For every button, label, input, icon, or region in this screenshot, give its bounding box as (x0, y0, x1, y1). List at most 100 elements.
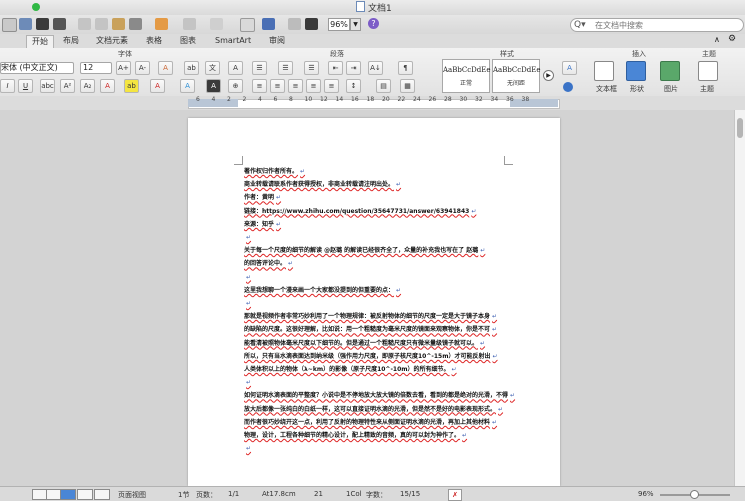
document-line[interactable]: 而作者很巧妙绕开这一点，利用了反射的物理特性来从侧面证明水滴的光滑，再加上其他材… (244, 419, 497, 427)
tab-review[interactable]: 审阅 (264, 35, 290, 47)
clear-format-icon[interactable]: A (158, 61, 173, 75)
font-color-icon[interactable]: A (100, 79, 115, 93)
highlight-icon[interactable]: ab (124, 79, 139, 93)
zoom-slider-knob[interactable] (690, 490, 699, 499)
page-view-icon[interactable] (60, 489, 76, 500)
document-line[interactable]: 那就是视频作者非常巧妙利用了一个物理规律：被反射物体的细节的尺度一定是大于镜子本… (244, 313, 497, 321)
align-center-icon[interactable]: ≡ (270, 79, 285, 93)
distribute-icon[interactable]: ≡ (324, 79, 339, 93)
shading-icon[interactable]: ▤ (376, 79, 391, 93)
text-style-icon[interactable]: A (180, 79, 195, 93)
tab-home[interactable]: 开始 (26, 35, 54, 48)
document-line[interactable]: 这里我想聊一个漫来画一个大家都没提到的但重要的点： ↵ (244, 287, 401, 295)
styles-pane-icon[interactable] (563, 82, 573, 92)
gallery-icon[interactable] (2, 18, 17, 32)
picture-icon[interactable] (660, 61, 680, 81)
sort-icon[interactable]: A↓ (368, 61, 383, 75)
textbox-icon[interactable] (594, 61, 614, 81)
document-line[interactable]: 来源：知乎 ↵ (244, 221, 281, 229)
search-box[interactable]: Q▾ (570, 18, 744, 32)
gear-icon[interactable]: ⚙ (728, 34, 736, 44)
collapse-ribbon-icon[interactable]: ∧ (714, 35, 720, 44)
open-folder-icon[interactable] (19, 18, 32, 30)
shape-icon[interactable] (626, 61, 646, 81)
phonetic-icon[interactable]: ab (184, 61, 199, 75)
multilevel-list-icon[interactable]: ☰ (304, 61, 319, 75)
align-right-icon[interactable]: ≡ (288, 79, 303, 93)
table-icon[interactable] (305, 18, 318, 30)
document-line[interactable]: 如何证明水滴表面的平整度？小说中是不停地放大放大镜的倍数去看，看到的都是绝对的光… (244, 392, 515, 400)
document-line[interactable]: ↵ (244, 445, 251, 453)
borders-icon[interactable]: ▦ (400, 79, 415, 93)
align-left-icon[interactable]: ≡ (252, 79, 267, 93)
line-spacing-icon[interactable]: ↕ (346, 79, 361, 93)
window-zoom-button[interactable] (32, 3, 40, 11)
document-line[interactable]: 放大后都像一张纯白的白纸一样，这可以直接证明水滴的光滑，但是然不是好的电影表现形… (244, 406, 503, 414)
document-line[interactable]: 的缺陷的尺度。这很好理解，比如说：用一个粗糙度为毫米尺度的镜面来观察物体，你是不… (244, 326, 497, 334)
show-marks-icon[interactable]: ¶ (398, 61, 413, 75)
tab-layout[interactable]: 布局 (58, 35, 84, 47)
format-painter-icon[interactable] (129, 18, 142, 30)
redo-icon[interactable] (183, 18, 196, 30)
styles-more-icon[interactable]: ▶ (543, 70, 554, 81)
sidebar-icon[interactable] (240, 18, 255, 32)
grow-font-icon[interactable]: A+ (116, 61, 131, 75)
font-size-select[interactable]: 12 (80, 62, 112, 74)
text-effect-icon[interactable]: A (150, 79, 165, 93)
style-normal[interactable]: AaBbCcDdEe 正常 (442, 59, 490, 93)
superscript-icon[interactable]: A² (60, 79, 75, 93)
document-page[interactable]: 著作权归作者所有。 ↵ 商业转载请联系作者获得授权，非商业转载请注明出处。 ↵ 作者：黄… (188, 118, 560, 486)
document-line[interactable]: 所以，只有当水滴表面达到纳米级（强作用力尺度，即原子核尺度10^-15m）才可能… (244, 353, 498, 361)
help-icon[interactable]: ? (368, 18, 379, 29)
zoom-dropdown-icon[interactable]: ▼ (350, 18, 361, 31)
numbered-list-icon[interactable]: ☰ (278, 61, 293, 75)
document-line[interactable]: ↵ (244, 300, 251, 308)
document-line[interactable]: 商业转载请联系作者获得授权，非商业转载请注明出处。 ↵ (244, 181, 401, 189)
tab-charts[interactable]: 图表 (175, 35, 201, 47)
char-border-icon[interactable]: 文 (205, 61, 220, 75)
enclosed-char-icon[interactable]: ⊕ (228, 79, 243, 93)
vertical-scrollbar[interactable] (734, 110, 745, 486)
cut-icon[interactable] (78, 18, 91, 30)
tab-document-elements[interactable]: 文档元素 (91, 35, 133, 47)
enclose-char-icon[interactable]: A (206, 79, 221, 93)
zoom-field[interactable]: 96% (328, 18, 350, 31)
save-icon[interactable] (36, 18, 49, 30)
spelling-check-icon[interactable]: ✗ (448, 489, 462, 501)
focus-view-icon[interactable] (94, 489, 110, 500)
paste-icon[interactable] (112, 18, 125, 30)
document-line[interactable]: 著作权归作者所有。 ↵ (244, 168, 305, 176)
underline-icon[interactable]: U (18, 79, 33, 93)
columns-icon[interactable] (288, 18, 301, 30)
document-line[interactable]: 人类体积以上的物体（λ~km）的影像（原子尺度10^-10m）的所有细节。 ↵ (244, 366, 457, 374)
strikethrough-icon[interactable]: abc (40, 79, 55, 93)
document-line[interactable]: ↵ (244, 379, 251, 387)
subscript-icon[interactable]: A₂ (80, 79, 95, 93)
bullet-list-icon[interactable]: ☰ (252, 61, 267, 75)
tab-smartart[interactable]: SmartArt (210, 35, 256, 47)
document-line[interactable]: 链接：https://www.zhihu.com/question/356477… (244, 208, 476, 216)
document-line[interactable]: ↵ (244, 274, 251, 282)
bullets-icon[interactable] (210, 18, 223, 30)
document-line[interactable]: ↵ (244, 234, 251, 242)
italic-icon[interactable]: I (0, 79, 15, 93)
theme-icon[interactable] (698, 61, 718, 81)
decrease-indent-icon[interactable]: ⇤ (328, 61, 343, 75)
document-line[interactable]: 能看清被照物体毫米尺度以下细节的。但是通过一个粗糙尺度只有微米量级镜子就可以。 ↵ (244, 340, 485, 348)
undo-icon[interactable] (155, 18, 168, 30)
style-no-spacing[interactable]: AaBbCcDdEe 无间距 (492, 59, 540, 93)
increase-indent-icon[interactable]: ⇥ (346, 61, 361, 75)
search-input[interactable] (595, 19, 735, 31)
text-styles-icon[interactable]: A (562, 61, 577, 75)
document-line[interactable]: 作者：黄明 ↵ (244, 194, 281, 202)
notebook-view-icon[interactable] (77, 489, 93, 500)
tab-tables[interactable]: 表格 (141, 35, 167, 47)
char-shading-icon[interactable]: A (228, 61, 243, 75)
copy-icon[interactable] (95, 18, 108, 30)
font-name-select[interactable]: 宋体 (中文正文) (0, 62, 74, 74)
print-icon[interactable] (53, 18, 66, 30)
scroll-thumb[interactable] (737, 118, 743, 138)
shrink-font-icon[interactable]: A- (135, 61, 150, 75)
document-line[interactable]: 物理，设计，工程各种细节的精心设计，配上精致的音频，真的可以封为神作了。 ↵ (244, 432, 467, 440)
justify-icon[interactable]: ≡ (306, 79, 321, 93)
